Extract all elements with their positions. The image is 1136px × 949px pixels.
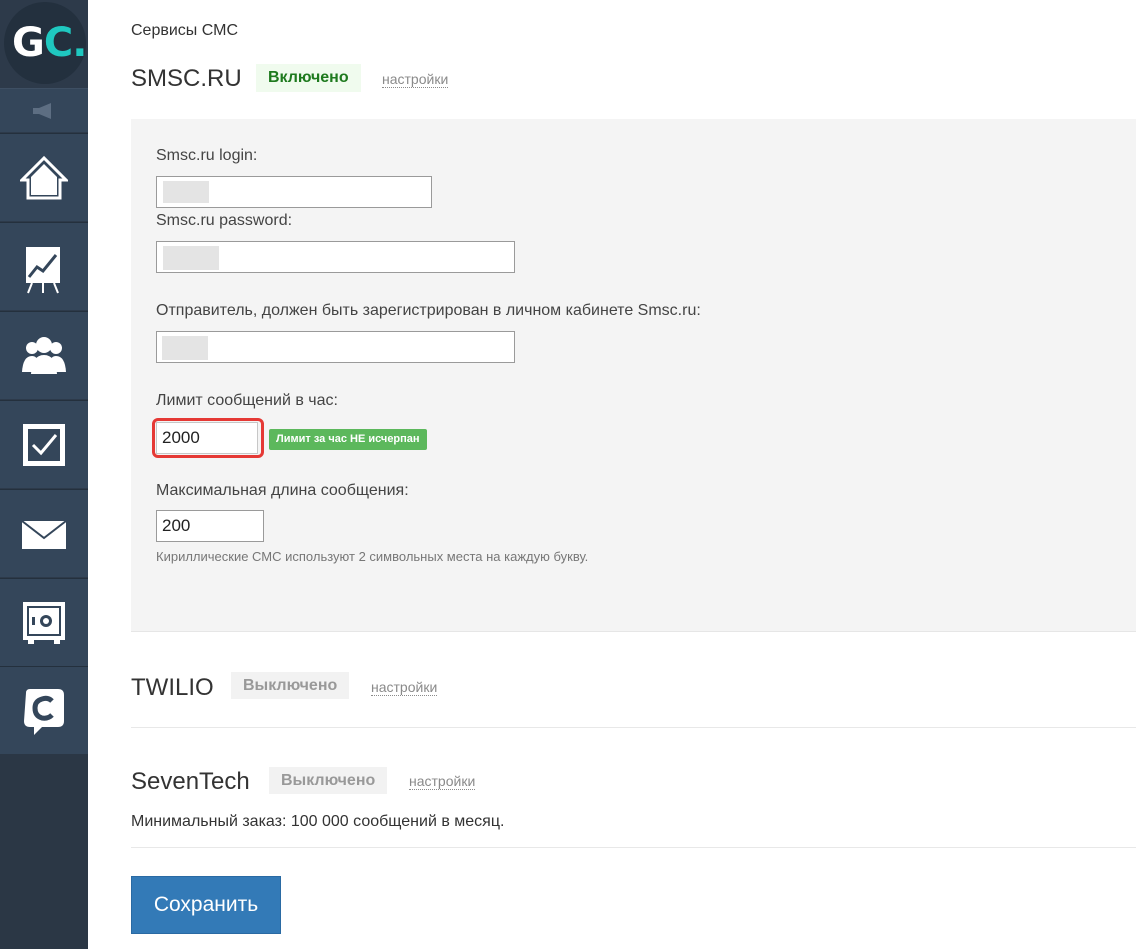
sidebar: GC. — [0, 0, 88, 949]
home-icon — [20, 155, 68, 200]
limit-label: Лимит сообщений в час: — [156, 392, 338, 409]
sidebar-item-safe[interactable] — [0, 578, 88, 666]
logo-letter-c: C — [43, 20, 73, 66]
maxlen-input[interactable]: 200 — [156, 510, 264, 542]
chart-board-icon — [26, 247, 60, 294]
provider-title-smsc: SMSC.RU — [131, 65, 242, 92]
cyrillic-hint: Кириллические СМС используют 2 символьны… — [156, 549, 589, 564]
checkbox-icon — [23, 424, 65, 466]
main-content: Сервисы СМС SMSC.RU Включено настройки S… — [88, 0, 1136, 949]
divider — [131, 727, 1136, 728]
breadcrumb: Сервисы СМС — [131, 22, 238, 39]
sender-input[interactable] — [156, 331, 515, 363]
redacted-sender — [162, 336, 208, 360]
status-badge-twilio: Выключено — [231, 672, 350, 699]
password-input[interactable] — [156, 241, 515, 273]
login-label: Smsc.ru login: — [156, 147, 258, 164]
megaphone-icon — [33, 103, 51, 119]
settings-link-smsc[interactable]: настройки — [382, 71, 449, 88]
logo[interactable]: GC. — [0, 0, 88, 88]
logo-dot: . — [72, 20, 87, 66]
users-icon — [22, 337, 66, 374]
provider-title-seventech: SevenTech — [131, 768, 250, 795]
sender-label: Отправитель, должен быть зарегистрирован… — [156, 302, 701, 319]
sidebar-item-chat[interactable] — [0, 666, 88, 754]
save-button[interactable]: Сохранить — [131, 876, 281, 934]
chat-icon — [24, 689, 64, 735]
announcement-button[interactable] — [0, 88, 88, 132]
logo-letter-g: G — [12, 20, 45, 66]
limit-status-badge: Лимит за час НЕ исчерпан — [269, 429, 427, 450]
safe-icon — [23, 602, 65, 644]
settings-link-seventech[interactable]: настройки — [409, 773, 476, 790]
redacted-login — [163, 181, 209, 203]
sidebar-item-statistics[interactable] — [0, 222, 88, 310]
provider-title-twilio: TWILIO — [131, 674, 214, 701]
divider — [131, 847, 1136, 848]
password-label: Smsc.ru password: — [156, 212, 293, 229]
settings-link-twilio[interactable]: настройки — [371, 679, 438, 696]
sidebar-item-users[interactable] — [0, 311, 88, 399]
logo-text: GC. — [12, 20, 87, 66]
seventech-min-order-note: Минимальный заказ: 100 000 сообщений в м… — [131, 813, 505, 830]
sidebar-item-home[interactable] — [0, 133, 88, 221]
status-badge-smsc: Включено — [256, 64, 361, 92]
sidebar-empty-area — [0, 754, 88, 949]
maxlen-label: Максимальная длина сообщения: — [156, 482, 409, 499]
redacted-password — [163, 246, 219, 270]
status-badge-seventech: Выключено — [269, 767, 388, 794]
sidebar-item-tasks[interactable] — [0, 400, 88, 488]
limit-input[interactable]: 2000 — [156, 422, 258, 454]
mail-icon — [21, 520, 67, 549]
login-input[interactable] — [156, 176, 432, 208]
smsc-settings-panel: Smsc.ru login: Smsc.ru password: Отправи… — [131, 119, 1136, 632]
sidebar-item-mail[interactable] — [0, 489, 88, 577]
